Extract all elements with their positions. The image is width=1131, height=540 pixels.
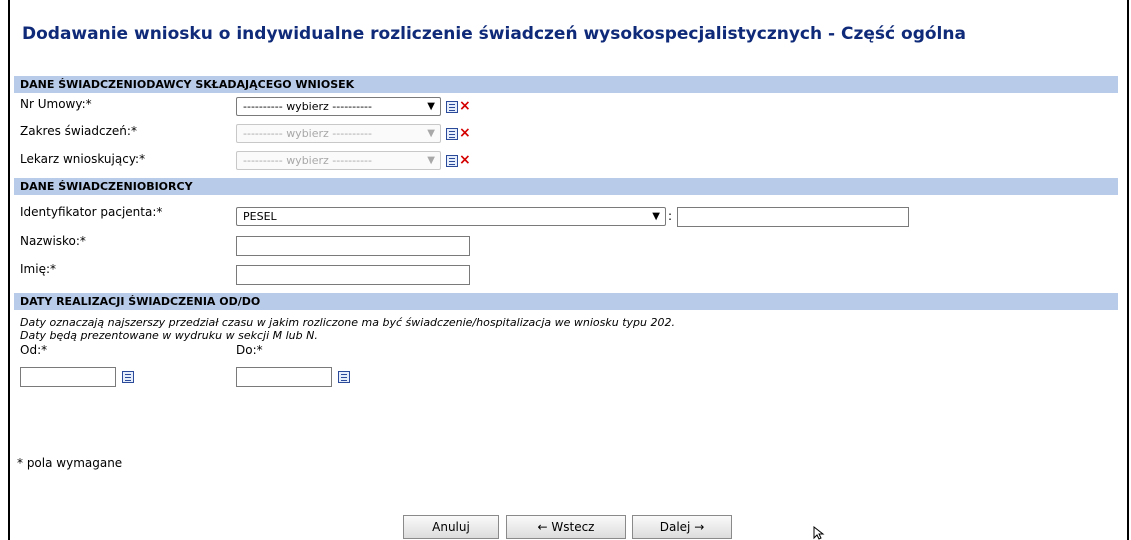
doctor-select-value: ---------- wybierz ---------- (243, 154, 372, 167)
patient-id-input[interactable] (677, 207, 909, 227)
list-icon[interactable] (446, 155, 458, 167)
date-from-input[interactable] (20, 367, 116, 387)
surname-input[interactable] (236, 236, 470, 256)
scope-label: Zakres świadczeń:* (20, 124, 137, 138)
scope-select-value: ---------- wybierz ---------- (243, 127, 372, 140)
name-input[interactable] (236, 265, 470, 285)
patient-id-label: Identyfikator pacjenta:* (20, 205, 163, 219)
chevron-down-icon: ▼ (427, 155, 435, 166)
list-icon[interactable] (446, 128, 458, 140)
back-button[interactable]: ← Wstecz (506, 515, 626, 539)
mouse-cursor-icon (813, 526, 825, 540)
dates-note-2: Daty będą prezentowane w wydruku w sekcj… (20, 329, 318, 342)
chevron-down-icon: ▼ (427, 101, 435, 112)
chevron-down-icon: ▼ (427, 128, 435, 139)
clear-icon[interactable]: × (459, 153, 471, 167)
required-note: * pola wymagane (17, 456, 123, 470)
contract-select-value: ---------- wybierz ---------- (243, 100, 372, 113)
date-to-input[interactable] (236, 367, 332, 387)
chevron-down-icon: ▼ (652, 211, 660, 222)
calendar-icon[interactable] (122, 371, 134, 383)
list-icon[interactable] (446, 101, 458, 113)
date-to-label: Do:* (236, 343, 263, 357)
clear-icon[interactable]: × (459, 99, 471, 113)
doctor-select[interactable]: ---------- wybierz ---------- ▼ (236, 151, 441, 170)
contract-label: Nr Umowy:* (20, 97, 92, 111)
doctor-label: Lekarz wnioskujący:* (20, 152, 146, 166)
id-separator: : (668, 209, 673, 223)
scope-select[interactable]: ---------- wybierz ---------- ▼ (236, 124, 441, 143)
dates-note-1: Daty oznaczają najszerszy przedział czas… (20, 316, 675, 329)
cancel-button[interactable]: Anuluj (403, 515, 499, 539)
calendar-icon[interactable] (338, 371, 350, 383)
next-button[interactable]: Dalej → (632, 515, 732, 539)
date-from-label: Od:* (20, 343, 48, 357)
name-label: Imię:* (20, 262, 56, 276)
clear-icon[interactable]: × (459, 126, 471, 140)
section-provider: DANE ŚWIADCZENIODAWCY SKŁADAJĄCEGO WNIOS… (14, 76, 1118, 93)
section-dates: DATY REALIZACJI ŚWIADCZENIA OD/DO (14, 293, 1118, 310)
contract-select[interactable]: ---------- wybierz ---------- ▼ (236, 97, 441, 116)
patient-id-type-value: PESEL (243, 210, 277, 223)
surname-label: Nazwisko:* (20, 234, 86, 248)
page-title: Dodawanie wniosku o indywidualne rozlicz… (22, 24, 966, 44)
patient-id-type-select[interactable]: PESEL ▼ (236, 207, 666, 226)
section-patient: DANE ŚWIADCZENIOBIORCY (14, 178, 1118, 195)
